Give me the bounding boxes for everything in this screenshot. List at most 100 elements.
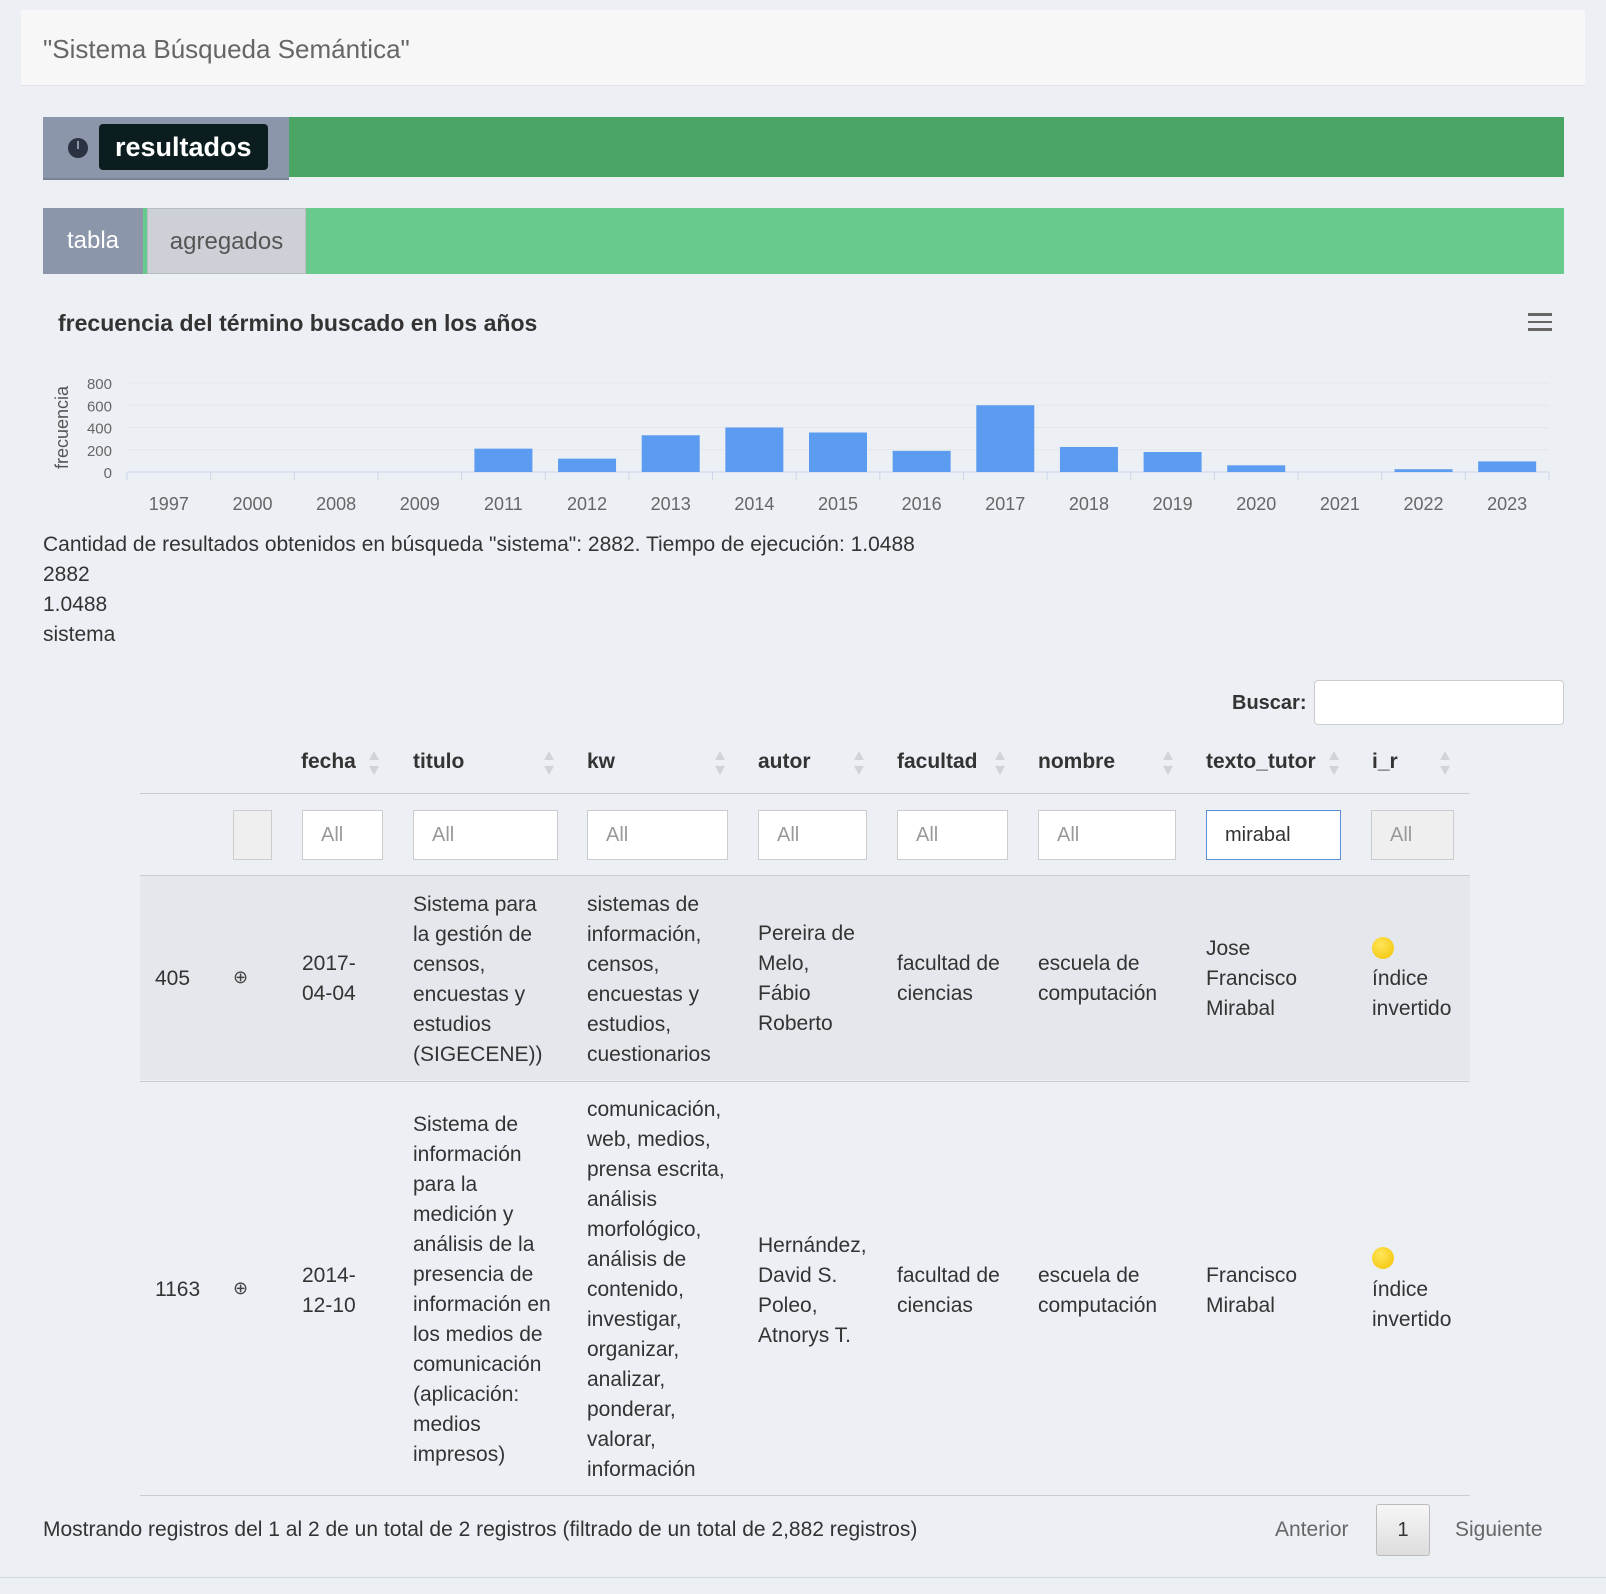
cell-line: información [587,1458,696,1481]
cell-line: Mirabal [1206,1294,1275,1317]
filter-i-r: All [1371,810,1454,860]
summary-time: 1.0488 [43,593,108,616]
x-tick-label: 2011 [484,494,523,514]
filter-fecha[interactable]: All [302,810,383,860]
cell-line: censos, [587,953,660,976]
cell-line: invertido [1372,1308,1452,1331]
cell-line: medios [413,1413,481,1436]
cell-fecha: 2014- 12-10 [302,1261,356,1321]
cell-titulo: Sistema de información para la medición y an… [413,1110,551,1470]
cell-line: Roberto [758,1012,833,1035]
cell-line: Francisco [1206,967,1298,990]
cell-line: 2014- [302,1264,356,1287]
cell-line: los medios de [413,1323,543,1346]
expand-row-icon[interactable]: ⊕ [233,1278,248,1299]
cell-i-r: índice invertido [1372,964,1451,1024]
col-header-titulo[interactable]: titulo [413,750,464,774]
bar-2015 [809,432,867,472]
filter-facultad[interactable]: All [897,810,1008,860]
cell-line: facultad de [897,1264,1000,1287]
table-bottom-divider [140,1495,1470,1496]
col-header-fecha[interactable]: fecha [301,750,356,774]
x-tick-label: 2013 [651,494,691,514]
filter-texto-tutor[interactable]: mirabal [1206,810,1341,860]
summary-count: 2882 [43,563,90,586]
sort-icon[interactable] [715,751,725,775]
cell-line: presencia de [413,1263,534,1286]
cell-autor: Pereira de Melo, Fábio Roberto [758,919,855,1039]
bar-2017 [976,405,1035,472]
col-header-kw[interactable]: kw [587,750,615,774]
filter-autor[interactable]: All [758,810,867,860]
col-header-i-r[interactable]: i_r [1372,750,1398,774]
cell-titulo: Sistema para la gestión de censos, encuesta… [413,890,543,1070]
cell-line: para la [413,1173,478,1196]
x-tick-label: 2015 [818,494,858,514]
bar-2023 [1478,461,1537,472]
cell-line: Poleo, [758,1294,818,1317]
filter-expand-disabled [233,810,272,860]
cell-line: comunicación, [587,1098,722,1121]
bar-2013 [641,435,700,472]
cell-line: morfológico, [587,1218,702,1241]
cell-line: análisis [587,1188,658,1211]
filter-kw[interactable]: All [587,810,728,860]
cell-line: Sistema para [413,893,537,916]
cell-line: Sistema de [413,1113,519,1136]
sort-icon[interactable] [1440,751,1450,775]
cell-line: análisis de [587,1248,687,1271]
status-indicator-icon [1372,937,1394,959]
row-divider [140,1081,1470,1082]
cell-line: sistemas de [587,893,700,916]
sort-icon[interactable] [854,751,864,775]
cell-line: David S. [758,1264,838,1287]
prev-page-button[interactable]: Anterior [1275,1518,1349,1542]
expand-row-icon[interactable]: ⊕ [233,967,248,988]
page-1-button[interactable]: 1 [1376,1504,1430,1556]
summary-term: sistema [43,623,116,646]
col-header-nombre[interactable]: nombre [1038,750,1115,774]
next-page-button[interactable]: Siguiente [1455,1518,1543,1542]
cell-line: 2017- [302,952,356,975]
cell-line: índice [1372,967,1429,990]
cell-fecha: 2017- 04-04 [302,949,356,1009]
bar-2014 [725,427,784,472]
sort-icon[interactable] [995,751,1005,775]
col-header-facultad[interactable]: facultad [897,750,978,774]
page-bottom-border [0,1577,1606,1578]
cell-line: la gestión de [413,923,533,946]
col-header-autor[interactable]: autor [758,750,811,774]
cell-line: cuestionarios [587,1043,711,1066]
x-tick-label: 2008 [316,494,356,514]
cell-line: investigar, [587,1308,682,1331]
sort-icon[interactable] [369,751,379,775]
results-summary: Cantidad de resultados obtenidos en búsq… [43,530,915,650]
bar-2019 [1143,451,1202,472]
x-tick-label: 2019 [1153,494,1193,514]
cell-line: impresos) [413,1443,506,1466]
search-input[interactable] [1314,680,1564,725]
x-tick-label: 2023 [1487,494,1527,514]
cell-line: analizar, [587,1368,666,1391]
filter-nombre[interactable]: All [1038,810,1176,860]
bar-2016 [892,450,951,472]
sort-icon[interactable] [1163,751,1173,775]
cell-line: escuela de [1038,1264,1140,1287]
cell-line: ciencias [897,982,973,1005]
x-tick-label: 2018 [1069,494,1109,514]
y-tick-label: 600 [87,398,112,415]
col-header-texto-tutor[interactable]: texto_tutor [1206,750,1316,774]
cell-line: prensa escrita, [587,1158,725,1181]
cell-nombre: escuela de computación [1038,1261,1157,1321]
cell-line: organizar, [587,1338,680,1361]
sort-icon[interactable] [1329,751,1339,775]
cell-id: 1163 [155,1278,201,1301]
status-indicator-icon [1372,1247,1394,1269]
cell-line: computación [1038,1294,1158,1317]
sort-icon[interactable] [544,751,554,775]
filter-titulo[interactable]: All [413,810,558,860]
cell-line: facultad de [897,952,1000,975]
cell-line: Hernández, [758,1234,867,1257]
cell-texto-tutor: Francisco Mirabal [1206,1261,1297,1321]
y-axis-label: frecuencia [52,385,72,469]
